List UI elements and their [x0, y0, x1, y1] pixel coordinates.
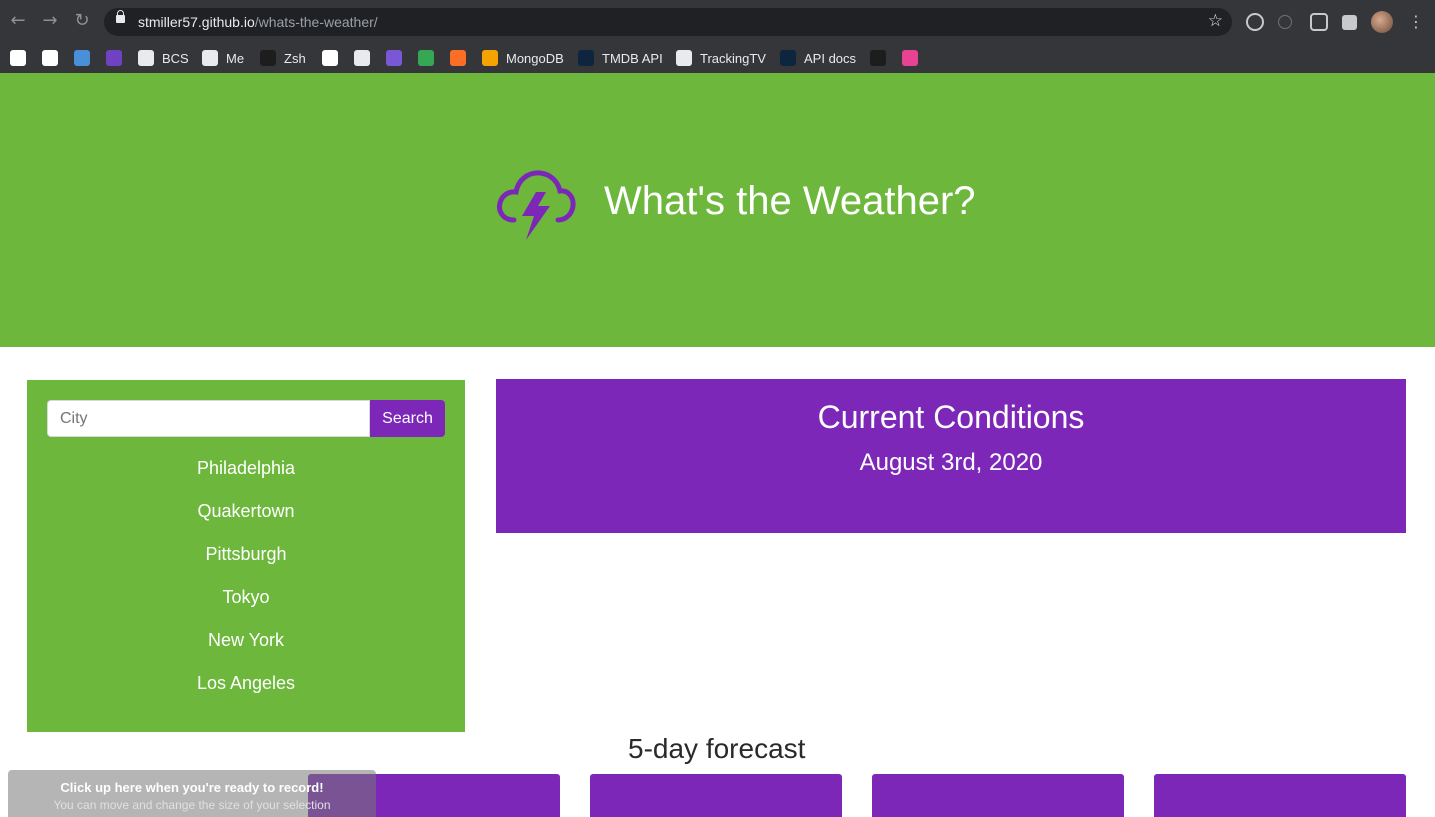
cs-icon — [354, 50, 370, 66]
page-title: What's the Weather? — [604, 179, 976, 223]
tmdb-icon — [780, 50, 796, 66]
city-item-tokyo[interactable]: Tokyo — [27, 587, 465, 608]
browser-chrome: ← → ↻ stmiller57.github.io/whats-the-wea… — [0, 0, 1435, 73]
bookmark-label: Me — [226, 50, 245, 66]
bookmark-item[interactable]: API docs — [780, 48, 856, 68]
bookmark-item[interactable] — [354, 48, 370, 68]
bookmark-label: Zsh — [284, 50, 306, 66]
bookmark-item[interactable] — [74, 48, 90, 68]
bookmark-item[interactable] — [42, 48, 58, 68]
bookmark-item[interactable] — [870, 48, 886, 68]
current-date: August 3rd, 2020 — [859, 449, 1043, 476]
bookmark-item[interactable] — [386, 48, 402, 68]
bookmark-label: MongoDB — [506, 50, 564, 66]
h-icon — [386, 50, 402, 66]
city-item-philadelphia[interactable]: Philadelphia — [27, 458, 465, 479]
ex-icon — [322, 50, 338, 66]
bookmark-item[interactable]: TrackingTV — [676, 48, 766, 68]
bookmark-star-icon[interactable]: ☆ — [1208, 11, 1223, 31]
acrobat-icon — [870, 50, 886, 66]
bookmark-item[interactable] — [10, 48, 26, 68]
menu-icon[interactable]: ⋮ — [1408, 12, 1424, 31]
profile-avatar[interactable] — [1371, 11, 1393, 33]
search-panel: Search Philadelphia Quakertown Pittsburg… — [27, 380, 465, 732]
github-icon — [202, 50, 218, 66]
bookmark-item[interactable] — [450, 48, 466, 68]
city-item-new-york[interactable]: New York — [27, 630, 465, 651]
city-item-quakertown[interactable]: Quakertown — [27, 501, 465, 522]
pocket-icon[interactable] — [1310, 13, 1328, 31]
bookmark-label: TrackingTV — [700, 50, 766, 66]
forecast-heading: 5-day forecast — [628, 733, 806, 764]
current-conditions-card: Current Conditions August 3rd, 2020 — [496, 379, 1406, 533]
thunderstorm-icon — [497, 170, 576, 240]
drive-icon — [418, 50, 434, 66]
alien-icon — [934, 50, 950, 66]
city-search-input[interactable] — [47, 400, 370, 437]
search-button[interactable]: Search — [370, 400, 445, 437]
recorder-title[interactable]: Click up here when you're ready to recor… — [8, 780, 376, 795]
reload-icon[interactable]: ↻ — [72, 11, 92, 31]
forward-icon[interactable]: → — [40, 11, 60, 31]
gitlab-icon — [450, 50, 466, 66]
bookmark-item[interactable]: Zsh — [260, 48, 306, 68]
bookmark-item[interactable] — [106, 48, 122, 68]
extension-icon[interactable] — [1246, 13, 1264, 31]
bookmark-item[interactable]: BCS — [138, 48, 189, 68]
back-icon[interactable]: ← — [8, 11, 28, 31]
hero-banner: What's the Weather? — [0, 73, 1435, 347]
info-icon[interactable] — [1278, 15, 1292, 29]
address-bar[interactable]: stmiller57.github.io/whats-the-weather/ … — [104, 8, 1232, 36]
bookmark-label: TMDB API — [602, 50, 663, 66]
bookmark-item[interactable] — [934, 48, 950, 68]
cloud-icon — [74, 50, 90, 66]
bookmark-item[interactable] — [322, 48, 338, 68]
bookmark-item[interactable] — [418, 48, 434, 68]
hexagon-icon — [902, 50, 918, 66]
r-icon — [42, 50, 58, 66]
bookmark-item[interactable]: MongoDB — [482, 48, 564, 68]
current-conditions-title: Current Conditions — [817, 399, 1085, 435]
bookmarks-bar: BCS Me Zsh MongoDB TMDB API TrackingTV API doc… — [0, 44, 1435, 73]
forecast-card — [872, 774, 1124, 817]
forecast-card — [590, 774, 842, 817]
github-icon — [676, 50, 692, 66]
puzzle-icon[interactable] — [1342, 15, 1357, 30]
mongodb-icon — [482, 50, 498, 66]
lock-icon — [116, 10, 125, 23]
b-icon — [106, 50, 122, 66]
browser-toolbar: ← → ↻ stmiller57.github.io/whats-the-wea… — [0, 0, 1435, 44]
bookmark-label: BCS — [162, 50, 189, 66]
city-item-pittsburgh[interactable]: Pittsburgh — [27, 544, 465, 565]
tmdb-icon — [578, 50, 594, 66]
forecast-card — [1154, 774, 1406, 817]
bookmark-label: API docs — [804, 50, 857, 66]
amazon-icon — [10, 50, 26, 66]
bookmark-item[interactable] — [902, 48, 918, 68]
bookmark-item[interactable]: Me — [202, 48, 244, 68]
url-text[interactable]: stmiller57.github.io/whats-the-weather/ — [138, 14, 378, 30]
city-item-los-angeles[interactable]: Los Angeles — [27, 673, 465, 694]
screen-recorder-overlay[interactable]: Click up here when you're ready to recor… — [8, 770, 376, 817]
globe-icon — [138, 50, 154, 66]
bookmark-item[interactable]: TMDB API — [578, 48, 663, 68]
code-icon — [260, 50, 276, 66]
recorder-subtitle: You can move and change the size of your… — [53, 798, 331, 812]
